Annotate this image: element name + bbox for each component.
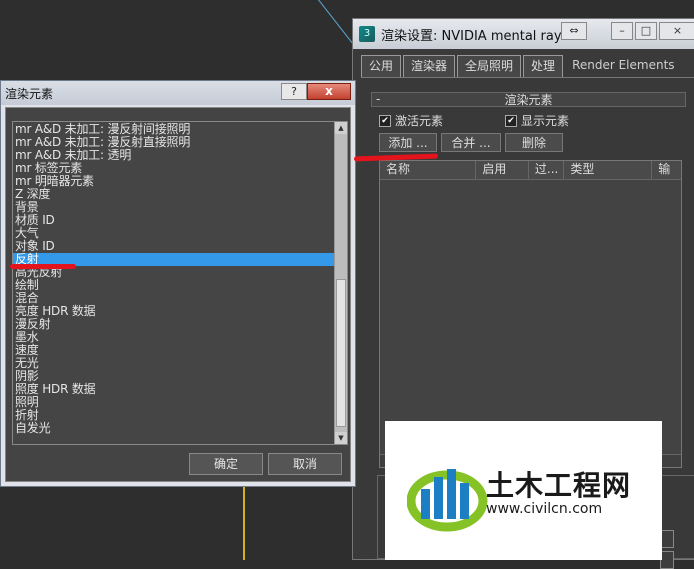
tab-common[interactable]: 公用 [361, 55, 402, 77]
column-enabled[interactable]: 启用 [476, 161, 529, 179]
list-vscrollbar[interactable]: ▲ ▼ [334, 122, 347, 444]
elements-table-header: 名称 启用 过... 类型 输 [380, 161, 681, 180]
watermark-brand: 土木工程网 [486, 469, 632, 502]
display-elements-label: 显示元素 [521, 114, 570, 128]
checkmark-icon: ✔ [379, 114, 391, 127]
list-item[interactable]: 对象 ID [13, 240, 347, 253]
tab-render-elements[interactable]: Render Elements [565, 55, 682, 77]
column-output[interactable]: 输 [652, 161, 681, 179]
render-element-list[interactable]: mr A&D 未加工: 漫反射间接照明 mr A&D 未加工: 漫反射直接照明 mr… [12, 121, 348, 445]
list-item[interactable]: 墨水 [13, 331, 347, 344]
swap-arrows-icon[interactable]: ⇔ [561, 22, 587, 40]
scroll-thumb[interactable] [336, 279, 346, 427]
tab-global-illumination[interactable]: 全局照明 [457, 55, 522, 77]
tab-processing[interactable]: 处理 [523, 55, 564, 77]
list-item[interactable]: mr 明暗器元素 [13, 175, 347, 188]
render-elements-body: mr A&D 未加工: 漫反射间接照明 mr A&D 未加工: 漫反射直接照明 mr… [5, 107, 351, 482]
column-name[interactable]: 名称 [380, 161, 477, 179]
max-logo-icon: 3 [359, 26, 375, 42]
render-elements-dialog: 渲染元素 ? x mr A&D 未加工: 漫反射间接照明 mr A&D 未加工: … [0, 80, 356, 487]
render-elements-title: 渲染元素 [5, 86, 54, 101]
list-item[interactable]: 绘制 [13, 279, 347, 292]
list-item[interactable]: 折射 [13, 409, 347, 422]
render-setup-tabs: 公用 渲染器 全局照明 处理 Render Elements [361, 55, 694, 77]
list-item[interactable]: 背景 [13, 201, 347, 214]
display-elements-checkbox[interactable]: ✔ 显示元素 [505, 112, 569, 129]
list-item[interactable]: 自发光 [13, 422, 347, 435]
active-elements-checkbox[interactable]: ✔ 激活元素 [379, 112, 443, 129]
viewport-guide-line [318, 0, 356, 48]
ok-button[interactable]: 确定 [189, 453, 263, 475]
rollout-collapse-icon[interactable]: - [376, 92, 380, 106]
list-item[interactable]: 无光 [13, 357, 347, 370]
help-button[interactable]: ? [281, 83, 307, 100]
maximize-button[interactable]: □ [635, 22, 657, 40]
minimize-button[interactable]: – [611, 22, 633, 40]
active-elements-label: 激活元素 [395, 114, 444, 128]
close-button[interactable]: × [659, 22, 694, 40]
add-element-button[interactable]: 添加 ... [379, 133, 437, 152]
render-setup-title: 渲染设置: NVIDIA mental ray [381, 28, 562, 44]
watermark-url: www.civilcn.com [486, 501, 603, 517]
viewport-axis-line [243, 487, 245, 560]
list-item[interactable]: 照度 HDR 数据 [13, 383, 347, 396]
list-item[interactable]: 大气 [13, 227, 347, 240]
annotation-underline-reflection [10, 264, 76, 269]
merge-element-button[interactable]: 合并 ... [441, 133, 501, 152]
list-item[interactable]: 速度 [13, 344, 347, 357]
list-item[interactable]: 照明 [13, 396, 347, 409]
scroll-up-icon[interactable]: ▲ [335, 122, 347, 134]
delete-element-button[interactable]: 删除 [505, 133, 563, 152]
list-item[interactable]: Z 深度 [13, 188, 347, 201]
rollout-title: 渲染元素 [504, 93, 553, 107]
scroll-down-icon[interactable]: ▼ [335, 432, 347, 444]
cancel-button[interactable]: 取消 [268, 453, 342, 475]
list-item[interactable]: 材质 ID [13, 214, 347, 227]
render-element-items: mr A&D 未加工: 漫反射间接照明 mr A&D 未加工: 漫反射直接照明 mr… [13, 123, 347, 435]
column-filter[interactable]: 过... [529, 161, 565, 179]
list-item[interactable]: 亮度 HDR 数据 [13, 305, 347, 318]
render-setup-titlebar[interactable]: 3 渲染设置: NVIDIA mental ray ⇔ – □ × [353, 19, 694, 49]
tab-renderer[interactable]: 渲染器 [403, 55, 456, 77]
dialog-close-button[interactable]: x [307, 83, 351, 100]
checkmark-icon: ✔ [505, 114, 517, 127]
param-side-button[interactable] [660, 530, 674, 548]
column-type[interactable]: 类型 [564, 161, 653, 179]
param-side-button[interactable] [660, 551, 674, 569]
render-elements-rollout[interactable]: - 渲染元素 [371, 92, 686, 107]
watermark: 土木工程网 www.civilcn.com [385, 421, 662, 560]
list-item[interactable]: 漫反射 [13, 318, 347, 331]
